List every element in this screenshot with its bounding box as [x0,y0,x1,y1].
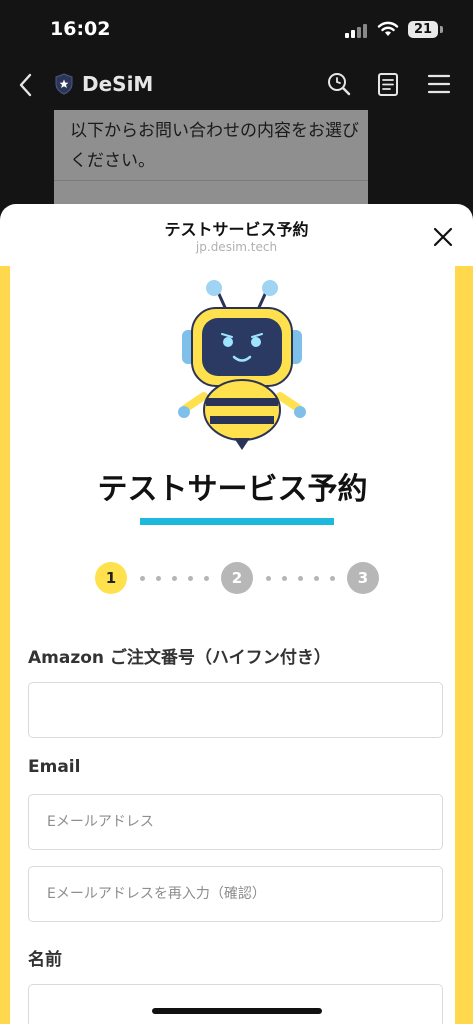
step-dot [330,576,335,581]
email-input[interactable] [28,794,443,850]
step-dot [298,576,303,581]
step-dot [188,576,193,581]
bee-robot-mascot [178,280,306,450]
background-divider [54,180,368,181]
battery-indicator: 21 [408,21,438,38]
step-dot [156,576,161,581]
back-chevron-icon[interactable] [14,70,40,100]
content-frame: テストサービス予約 1 2 3 Amazon ご注文番号（ハイフン付き） Ema… [0,266,473,1024]
status-bar: 16:02 21 [0,0,473,60]
home-indicator [152,1008,322,1014]
name-label: 名前 [28,950,62,970]
step-dot [282,576,287,581]
close-icon[interactable] [428,222,458,252]
step-dot [204,576,209,581]
site-name: DeSiM [82,72,154,96]
order-number-label: Amazon ご注文番号（ハイフン付き） [28,648,331,668]
sheet-title: テストサービス予約 [164,220,309,239]
step-dot [266,576,271,581]
step-2: 2 [221,562,253,594]
email-confirm-input[interactable] [28,866,443,922]
progress-stepper: 1 2 3 [95,562,380,596]
browser-nav-bar: DeSiM [0,60,473,110]
step-3: 3 [347,562,379,594]
step-1: 1 [95,562,127,594]
search-icon[interactable] [325,70,353,98]
battery-tip [440,26,443,33]
title-underline [140,518,334,525]
modal-sheet: テストサービス予約 jp.desim.tech テストサービス予約 1 2 3 … [0,204,473,1024]
background-page-text: 以下からお問い合わせの内容をお選びください。 [70,121,359,171]
step-dot [314,576,319,581]
wifi-icon [377,21,399,36]
step-dot [140,576,145,581]
name-input[interactable] [28,984,443,1024]
menu-icon[interactable] [425,70,453,98]
cellular-signal-icon [345,24,369,38]
email-label: Email [28,757,81,777]
sheet-header: テストサービス予約 jp.desim.tech [0,204,473,266]
sheet-domain: jp.desim.tech [195,240,278,254]
document-icon[interactable] [374,70,402,98]
shield-star-icon [55,73,73,95]
background-page-card: 以下からお問い合わせの内容をお選びください。 [54,110,368,210]
form-title: テストサービス予約 [97,472,368,507]
order-number-input[interactable] [28,682,443,738]
status-time: 16:02 [50,18,111,40]
step-dot [172,576,177,581]
form-container: テストサービス予約 1 2 3 Amazon ご注文番号（ハイフン付き） Ema… [10,266,455,1024]
